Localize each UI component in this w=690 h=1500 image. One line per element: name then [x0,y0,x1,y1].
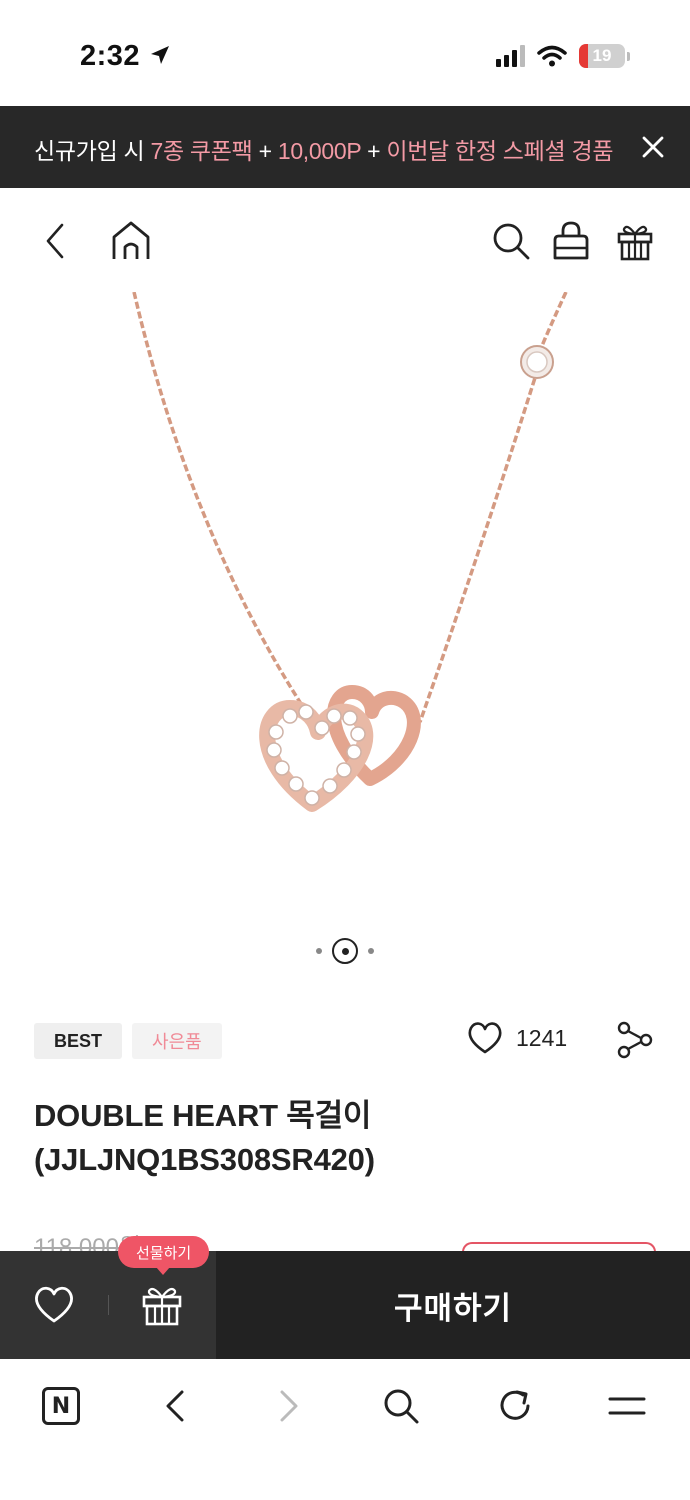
like-button[interactable]: 1241 [466,1020,567,1056]
nav-header [0,188,690,292]
browser-forward-button[interactable] [266,1383,312,1429]
menu-button[interactable] [604,1383,650,1429]
home-icon [112,221,150,259]
naver-home-button[interactable]: N [38,1383,84,1429]
cellular-signal-icon [496,45,525,67]
status-indicators: 19 [496,44,630,68]
search-button[interactable] [488,218,534,264]
shopping-bag-icon [553,221,589,260]
battery-level: 19 [592,46,612,65]
wifi-icon [537,45,567,67]
search-icon [493,223,530,260]
promo-special-gift: 이번달 한정 스페셜 경품 [386,138,614,164]
share-icon [617,1021,653,1059]
refresh-button[interactable] [492,1383,538,1429]
promo-banner[interactable]: 신규가입 시 7종 쿠폰팩 + 10,000P + 이번달 한정 스페셜 경품 [0,106,690,188]
pager-dot[interactable] [368,948,374,954]
pager-dot-active[interactable] [332,938,358,964]
image-pager[interactable] [0,936,690,966]
product-badges: BEST 사은품 [34,1023,222,1059]
battery-icon: 19 [579,44,625,68]
gift-send-button[interactable] [140,1283,184,1327]
browser-back-button[interactable] [152,1383,198,1429]
chevron-left-icon [46,223,64,259]
product-title: DOUBLE HEART 목걸이 (JJLJNQ1BS308SR420) [34,1094,654,1182]
promo-plus: + [252,138,278,164]
gift-badge: 사은품 [132,1023,222,1059]
promo-text-part: 신규가입 시 [34,138,151,164]
back-button[interactable] [32,218,78,264]
divider [108,1295,109,1315]
heart-icon [468,1022,502,1054]
gift-tooltip: 선물하기 [118,1236,210,1275]
pager-dot[interactable] [316,948,322,954]
cart-button[interactable] [548,218,594,264]
wishlist-button[interactable] [32,1283,76,1327]
naver-logo-icon: N [42,1387,80,1425]
promo-plus: + [361,138,387,164]
promo-points: 10,000P [277,138,362,164]
location-arrow-icon [148,43,172,72]
gift-box-button[interactable] [612,218,658,264]
promo-coupon-pack: 7종 쿠폰팩 [150,138,253,164]
browser-search-button[interactable] [378,1383,424,1429]
gift-icon [142,1287,182,1326]
purchase-bar: 구매하기 [0,1251,690,1359]
product-code: (JJLJNQ1BS308SR420) [34,1142,375,1177]
refresh-icon [500,1390,530,1420]
close-icon[interactable] [640,134,666,160]
status-time: 2:32 [80,40,141,72]
best-badge: BEST [34,1023,123,1059]
browser-toolbar: N [0,1359,690,1500]
home-button[interactable] [108,218,154,264]
search-icon [384,1389,419,1424]
status-bar: 2:32 19 [0,0,690,106]
buy-button[interactable]: 구매하기 [216,1251,690,1359]
chevron-right-icon [280,1390,298,1422]
gift-icon [617,225,653,261]
product-image[interactable] [0,291,690,922]
heart-icon [35,1286,73,1323]
chevron-left-icon [166,1390,184,1422]
share-button[interactable] [614,1020,654,1060]
product-name: DOUBLE HEART 목걸이 [34,1098,372,1133]
hamburger-menu-icon [608,1397,646,1415]
promo-text: 신규가입 시 7종 쿠폰팩 + 10,000P + 이번달 한정 스페셜 경품 [34,132,614,166]
like-count: 1241 [516,1024,568,1051]
